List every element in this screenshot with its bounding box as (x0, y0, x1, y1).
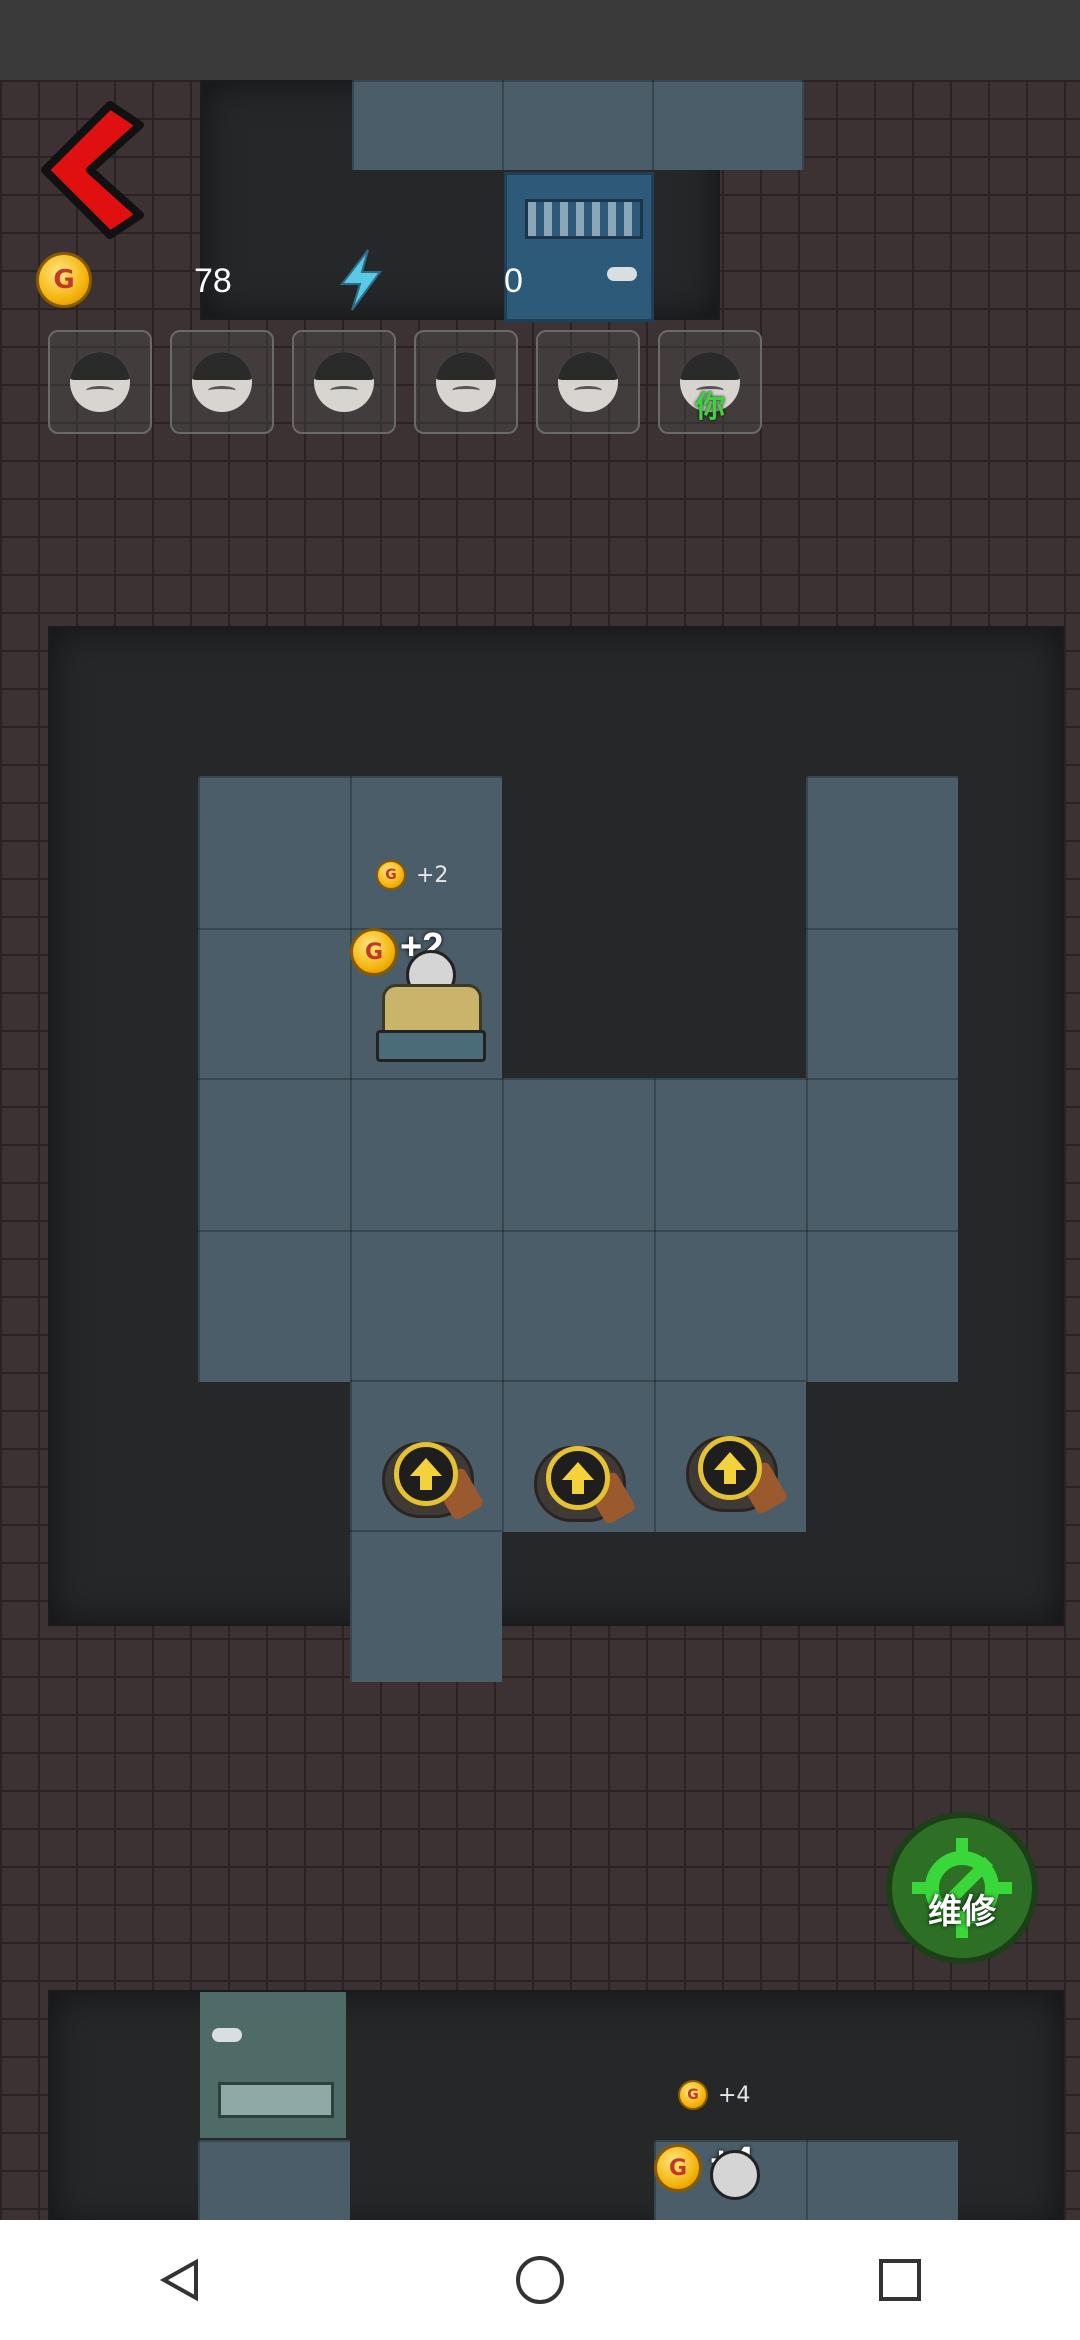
gold-coin-icon: G (376, 860, 406, 890)
coin-gain-small: G +4 (678, 2080, 750, 2110)
repair-button[interactable]: 维修 (886, 1812, 1038, 1964)
gold-count: 78 (194, 262, 232, 300)
status-bar (0, 0, 1080, 80)
game-map: G 78 0 你 G +2 G +2 维修 G +4 G (0, 80, 1080, 2220)
circle-home-icon (516, 2256, 564, 2304)
coin-gain-small: G +2 (376, 860, 448, 890)
energy-count: 0 (504, 262, 523, 300)
character-avatar (558, 352, 618, 412)
bed-with-sleeper[interactable] (372, 950, 486, 1062)
character-avatar (436, 352, 496, 412)
gold-coin-icon: G (36, 252, 92, 308)
room-main-floor (198, 1078, 958, 1382)
door-latch (607, 267, 637, 281)
nav-back-button[interactable] (140, 2240, 220, 2320)
upgrade-button-2[interactable] (524, 1424, 637, 1534)
roster-slot-3[interactable] (292, 330, 396, 434)
sleeper-head (710, 2150, 760, 2200)
roster-slot-1[interactable] (48, 330, 152, 434)
character-avatar (70, 352, 130, 412)
coin-gain-text: +4 (718, 2082, 751, 2108)
system-nav-bar (0, 2220, 1080, 2340)
door-window (218, 2082, 334, 2118)
roster-slot-2[interactable] (170, 330, 274, 434)
room1b-floor (806, 776, 958, 1080)
character-avatar (314, 352, 374, 412)
bottom-door[interactable] (200, 1992, 346, 2138)
nav-home-button[interactable] (500, 2240, 580, 2320)
upgrade-button-3[interactable] (676, 1414, 789, 1524)
gold-coin-icon: G (678, 2080, 708, 2110)
you-label: 你 (695, 390, 725, 425)
top-door[interactable] (504, 172, 654, 322)
character-avatar (192, 352, 252, 412)
back-arrow-icon[interactable] (40, 100, 150, 240)
square-recents-icon (879, 2259, 921, 2301)
bed-with-sleeper[interactable] (676, 2150, 786, 2220)
repair-label: 维修 (928, 1891, 996, 1932)
roster-slot-5[interactable] (536, 330, 640, 434)
bed-frame (376, 1030, 486, 1062)
upgrade-arrow-icon (394, 1442, 458, 1506)
upgrade-arrow-icon (698, 1436, 762, 1500)
roster-slot-4[interactable] (414, 330, 518, 434)
triangle-back-icon (159, 2258, 198, 2302)
character-roster: 你 (48, 330, 762, 434)
door-grille (525, 199, 643, 239)
top-floor (352, 80, 804, 170)
upgrade-button-1[interactable] (372, 1420, 485, 1530)
lightning-icon (339, 249, 382, 311)
room-lowest-floor (350, 1530, 502, 1682)
coin-gain-text: +2 (416, 862, 449, 888)
bottom-room-floor (198, 2140, 350, 2220)
roster-slot-you[interactable]: 你 (658, 330, 762, 434)
door-latch (212, 2028, 242, 2042)
upgrade-arrow-icon (546, 1446, 610, 1510)
nav-recents-button[interactable] (860, 2240, 940, 2320)
